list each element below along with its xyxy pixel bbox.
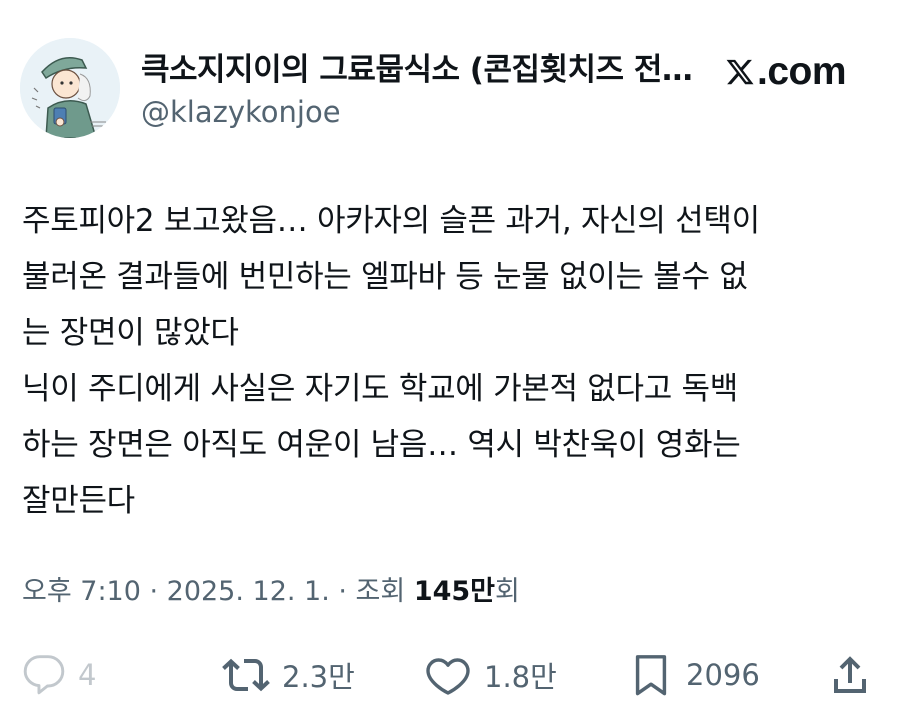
share-icon [834,656,866,693]
reply-count: 4 [78,658,97,692]
bookmark-button[interactable]: 2096 [628,648,760,702]
x-logo-text: .com [757,50,847,93]
bookmark-icon [635,655,667,696]
bookmark-count: 2096 [686,658,760,692]
action-bar: 4 2.3만 1.8만 2096 [0,648,900,702]
retweet-count: 2.3만 [282,660,355,694]
heart-icon [426,658,470,695]
like-button[interactable]: 1.8만 [424,648,557,702]
display-name[interactable]: 큭소지지이의 그료뭅식소 (콘집횟치즈 전… [141,50,692,90]
avatar-cartoon-person-icon [20,38,120,138]
retweet-button[interactable]: 2.3만 [222,648,355,702]
avatar[interactable] [20,38,120,138]
tweet-line: 는 장면이 많았다 [22,315,239,351]
tweet-body: 주토피아2 보고왔음… 아카자의 슬픈 과거, 자신의 선택이 불러온 결과들에… [22,193,882,529]
like-count: 1.8만 [484,660,557,694]
tweet-line: 닉이 주디에게 사실은 자기도 학교에 가본적 없다고 독백 [22,371,738,407]
x-brand-logo: .com [725,50,847,94]
x-logo-icon [726,59,754,85]
retweet-icon [222,658,270,692]
timestamp[interactable]: 오후 7:10 · 2025. 12. 1. · 조회 [22,576,414,607]
view-count: 145만 [413,576,496,607]
view-count-suffix: 회 [495,576,520,607]
user-handle[interactable]: @klazykonjoe [141,92,341,132]
tweet-header: 큭소지지이의 그료뭅식소 (콘집횟치즈 전… @klazykonjoe .com [20,38,880,138]
share-button[interactable] [826,648,874,702]
reply-button[interactable]: 4 [22,648,96,702]
tweet-line: 잘만든다 [22,483,135,519]
tweet-line: 하는 장면은 아직도 여운이 남음… 역시 박찬욱이 영화는 [22,427,741,463]
tweet-line: 주토피아2 보고왔음… 아카자의 슬픈 과거, 자신의 선택이 [22,203,760,239]
tweet-meta: 오후 7:10 · 2025. 12. 1. · 조회 145만회 [22,572,520,612]
tweet-line: 불러온 결과들에 번민하는 엘파바 등 눈물 없이는 볼수 없 [22,259,748,295]
reply-icon [23,655,65,695]
